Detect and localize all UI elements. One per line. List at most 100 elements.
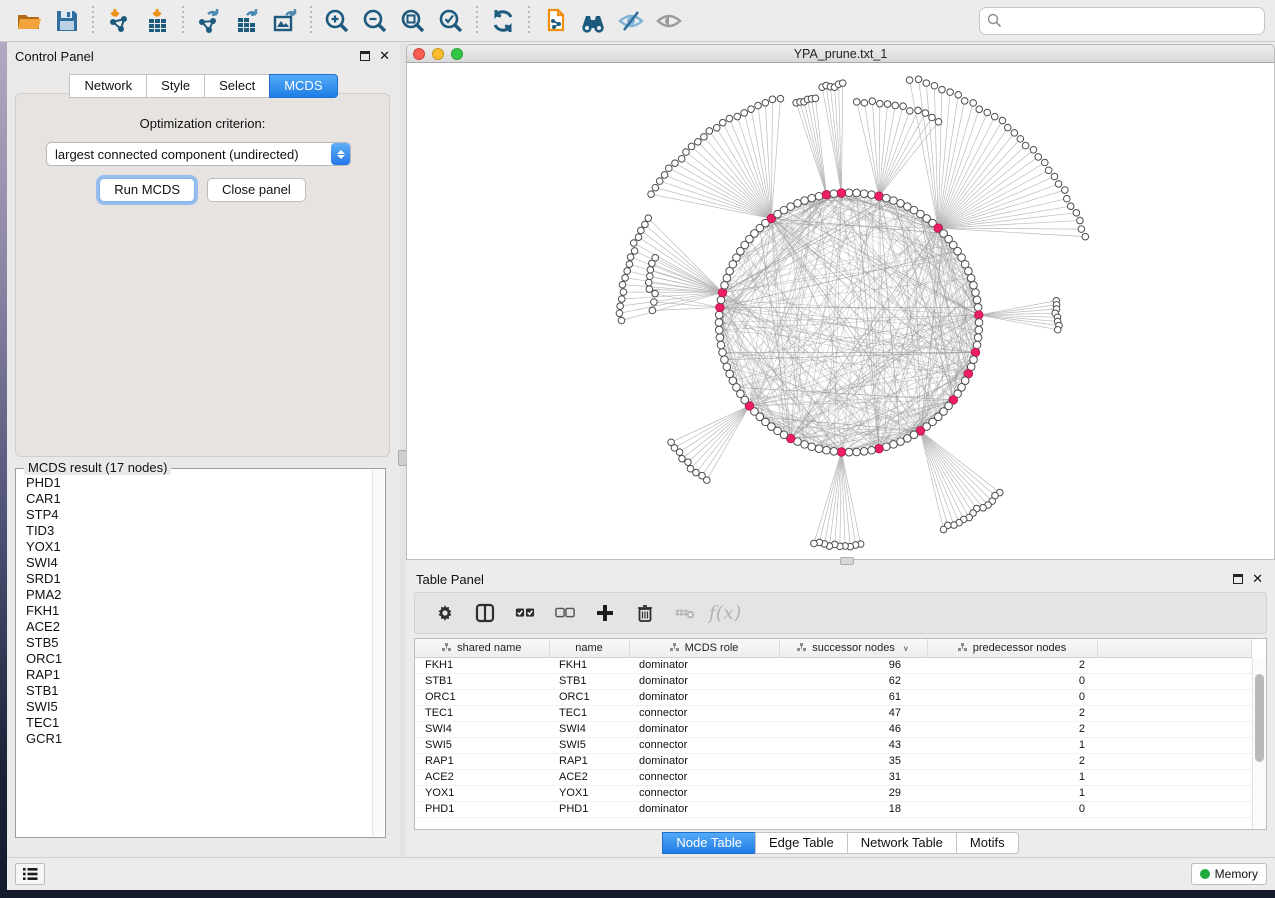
mcds-result-item[interactable]: ORC1	[26, 651, 371, 667]
result-scrollbar[interactable]	[372, 470, 384, 836]
open-network-file-button[interactable]	[536, 4, 574, 38]
mcds-result-item[interactable]: SRD1	[26, 571, 371, 587]
mcds-result-title: MCDS result (17 nodes)	[24, 460, 171, 475]
toolbar-separator	[182, 6, 184, 36]
table-row[interactable]: TEC1 TEC1 connector 47 2	[415, 705, 1252, 721]
network-window-titlebar[interactable]: YPA_prune.txt_1	[406, 44, 1275, 63]
table-selector-tab[interactable]: Edge Table	[755, 832, 847, 854]
table-settings-button[interactable]	[425, 595, 465, 631]
control-panel-tab[interactable]: Network	[69, 74, 146, 98]
status-bar: Memory	[7, 857, 1275, 890]
network-canvas[interactable]	[406, 63, 1275, 560]
table-row[interactable]: SWI4 SWI4 dominator 46 2	[415, 721, 1252, 737]
table-row[interactable]: RAP1 RAP1 dominator 35 2	[415, 753, 1252, 769]
mcds-result-item[interactable]: STB5	[26, 635, 371, 651]
function-builder-button: f(x)	[705, 595, 745, 631]
control-panel-tab[interactable]: Select	[204, 74, 269, 98]
column-header-name[interactable]: name	[549, 639, 629, 657]
mcds-result-item[interactable]: TID3	[26, 523, 371, 539]
table-selector-tab[interactable]: Motifs	[956, 832, 1019, 854]
column-header-successor-nodes[interactable]: successor nodes∨	[779, 639, 927, 657]
mcds-result-item[interactable]: SWI5	[26, 699, 371, 715]
hide-selected-button[interactable]	[612, 4, 650, 38]
mcds-result-item[interactable]: TEC1	[26, 715, 371, 731]
run-mcds-button[interactable]: Run MCDS	[99, 178, 195, 202]
window-zoom-icon[interactable]	[451, 48, 463, 60]
mcds-result-item[interactable]: FKH1	[26, 603, 371, 619]
control-panel-tab[interactable]: MCDS	[269, 74, 337, 98]
table-row[interactable]: YOX1 YOX1 connector 29 1	[415, 785, 1252, 801]
table-selector-tab[interactable]: Node Table	[662, 832, 755, 854]
mcds-result-item[interactable]: ACE2	[26, 619, 371, 635]
table-row[interactable]: ORC1 ORC1 dominator 61 0	[415, 689, 1252, 705]
table-panel-title: Table Panel	[416, 572, 484, 587]
table-scrollbar[interactable]	[1252, 658, 1266, 829]
deselect-all-rows-button[interactable]	[545, 595, 585, 631]
select-all-rows-button[interactable]	[505, 595, 545, 631]
import-table-button[interactable]	[138, 4, 176, 38]
import-network-button[interactable]	[100, 4, 138, 38]
export-table-button[interactable]	[228, 4, 266, 38]
column-header-mcds-role[interactable]: MCDS role	[629, 639, 779, 657]
table-row[interactable]: SWI5 SWI5 connector 43 1	[415, 737, 1252, 753]
float-panel-icon[interactable]	[1233, 574, 1243, 584]
mcds-result-item[interactable]: STP4	[26, 507, 371, 523]
close-panel-icon[interactable]: ✕	[1252, 574, 1263, 584]
export-image-button[interactable]	[266, 4, 304, 38]
main-toolbar	[0, 0, 1275, 42]
save-session-button[interactable]	[48, 4, 86, 38]
table-row[interactable]: PHD1 PHD1 dominator 18 0	[415, 801, 1252, 817]
table-row[interactable]: FKH1 FKH1 dominator 96 2	[415, 657, 1252, 673]
right-area: YPA_prune.txt_1 Table Panel ✕	[406, 42, 1275, 857]
network-graph	[407, 63, 1274, 559]
zoom-in-icon	[324, 8, 350, 34]
open-session-button[interactable]	[10, 4, 48, 38]
export-image-icon	[272, 8, 298, 34]
mcds-result-item[interactable]: CAR1	[26, 491, 371, 507]
criterion-select[interactable]: largest connected component (undirected)	[46, 142, 351, 166]
mcds-result-item[interactable]: GCR1	[26, 731, 371, 747]
attribute-icon	[958, 643, 967, 652]
delete-table-icon	[675, 603, 695, 623]
export-table-icon	[234, 8, 260, 34]
mcds-result-item[interactable]: SWI4	[26, 555, 371, 571]
eye-icon	[656, 8, 682, 34]
mcds-result-item[interactable]: RAP1	[26, 667, 371, 683]
float-panel-icon[interactable]	[360, 51, 370, 61]
close-mcds-panel-button[interactable]: Close panel	[207, 178, 306, 202]
task-history-button[interactable]	[15, 863, 45, 885]
mcds-result-item[interactable]: STB1	[26, 683, 371, 699]
show-column-panel-button[interactable]	[465, 595, 505, 631]
table-selector-tab[interactable]: Network Table	[847, 832, 956, 854]
export-network-button[interactable]	[190, 4, 228, 38]
memory-button[interactable]: Memory	[1191, 863, 1267, 885]
toolbar-separator	[528, 6, 530, 36]
window-minimize-icon[interactable]	[432, 48, 444, 60]
column-header-shared-name[interactable]: shared name	[415, 639, 549, 657]
zoom-selected-button[interactable]	[432, 4, 470, 38]
window-close-icon[interactable]	[413, 48, 425, 60]
mcds-result-item[interactable]: PMA2	[26, 587, 371, 603]
zoom-fit-button[interactable]	[394, 4, 432, 38]
table-row[interactable]: ACE2 ACE2 connector 31 1	[415, 769, 1252, 785]
close-panel-icon[interactable]: ✕	[379, 51, 390, 61]
scrollbar-thumb[interactable]	[1255, 674, 1264, 762]
splitter-handle[interactable]	[840, 557, 854, 565]
mcds-result-item[interactable]: PHD1	[26, 475, 371, 491]
binoculars-icon	[580, 8, 606, 34]
search-input[interactable]	[979, 7, 1265, 35]
show-all-button[interactable]	[650, 4, 688, 38]
desktop: { "toolbar": { "search_placeholder": "",…	[0, 0, 1275, 898]
delete-column-button[interactable]	[625, 595, 665, 631]
search-network-button[interactable]	[574, 4, 612, 38]
mcds-result-box: MCDS result (17 nodes) PHD1CAR1STP4TID3Y…	[15, 468, 386, 838]
control-panel-tab[interactable]: Style	[146, 74, 204, 98]
apply-layout-button[interactable]	[484, 4, 522, 38]
zoom-in-button[interactable]	[318, 4, 356, 38]
table-row[interactable]: STB1 STB1 dominator 62 0	[415, 673, 1252, 689]
mcds-result-item[interactable]: YOX1	[26, 539, 371, 555]
add-column-button[interactable]	[585, 595, 625, 631]
zoom-selected-icon	[438, 8, 464, 34]
column-header-predecessor-nodes[interactable]: predecessor nodes	[927, 639, 1097, 657]
zoom-out-button[interactable]	[356, 4, 394, 38]
